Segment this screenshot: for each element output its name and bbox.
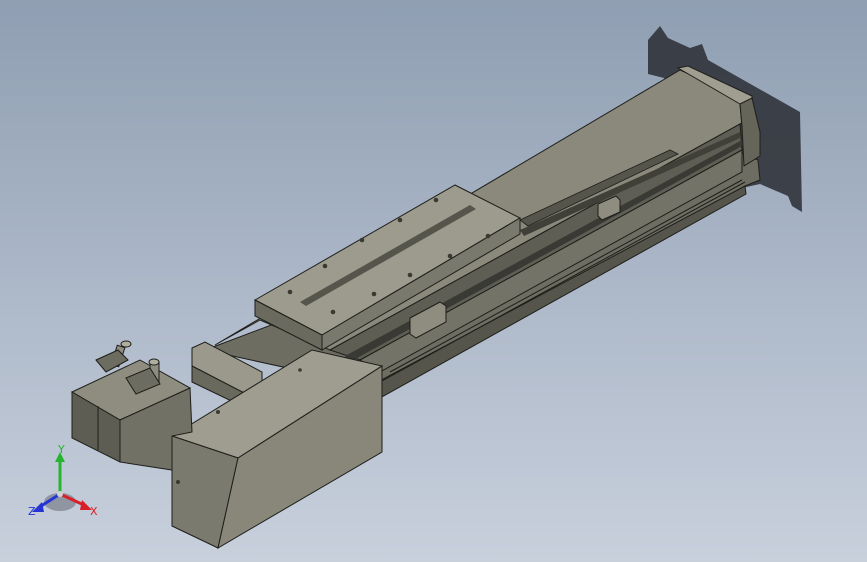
axis-y-label: Y — [58, 443, 65, 456]
cover-screw — [176, 480, 180, 484]
reference-triad: Y X Z — [20, 444, 110, 524]
graphics-viewport[interactable]: Y X Z — [0, 0, 867, 562]
cover-screw — [216, 410, 220, 414]
axis-z-label: Z — [28, 505, 36, 518]
linear-module-model[interactable] — [0, 0, 867, 562]
axis-x-label: X — [90, 505, 98, 518]
cover-screw — [298, 368, 302, 372]
